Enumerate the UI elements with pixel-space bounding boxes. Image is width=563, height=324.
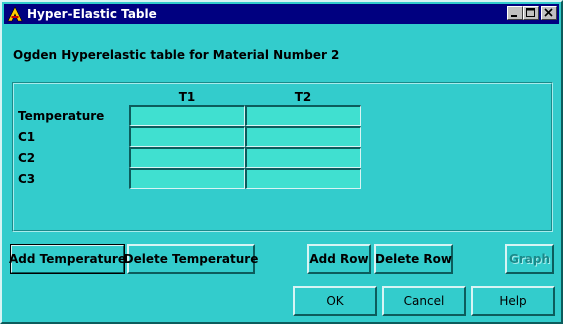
help-button[interactable]: Help [471, 286, 555, 316]
add-row-button[interactable]: Add Row [307, 244, 371, 274]
delete-row-button[interactable]: Delete Row [374, 244, 453, 274]
hyper-elastic-table-dialog: Hyper-Elastic Table Ogden Hyperelastic t… [0, 0, 563, 324]
delete-temperature-button[interactable]: Delete Temperature [124, 244, 258, 274]
ansys-logo-icon[interactable] [7, 6, 23, 22]
close-button[interactable] [541, 6, 557, 20]
minimize-icon [511, 15, 517, 17]
dialog-heading: Ogden Hyperelastic table for Material Nu… [13, 48, 340, 62]
cancel-button[interactable]: Cancel [382, 286, 466, 316]
table-cell-c2-t2[interactable] [245, 147, 361, 168]
maximize-icon [526, 8, 535, 17]
table-cell-c1-t2[interactable] [245, 126, 361, 147]
row-label-c3: C3 [18, 172, 36, 186]
row-label-temperature: Temperature [18, 109, 105, 123]
maximize-button[interactable] [523, 6, 539, 20]
close-icon [544, 8, 553, 17]
table-cell-temperature-t2[interactable] [245, 105, 361, 126]
title-bar[interactable]: Hyper-Elastic Table [4, 4, 559, 24]
minimize-button[interactable] [507, 6, 523, 20]
table-cell-temperature-t1[interactable] [129, 105, 245, 126]
window-title: Hyper-Elastic Table [27, 7, 157, 21]
table-cell-c2-t1[interactable] [129, 147, 245, 168]
add-temperature-button[interactable]: Add Temperature [9, 244, 126, 274]
table-cell-c1-t1[interactable] [129, 126, 245, 147]
table-cell-c3-t2[interactable] [245, 168, 361, 189]
ok-button[interactable]: OK [293, 286, 377, 316]
column-header-t1: T1 [178, 90, 196, 104]
row-label-c2: C2 [18, 151, 36, 165]
graph-button[interactable]: Graph [505, 244, 554, 274]
table-cell-c3-t1[interactable] [129, 168, 245, 189]
column-header-t2: T2 [294, 90, 312, 104]
row-label-c1: C1 [18, 130, 36, 144]
